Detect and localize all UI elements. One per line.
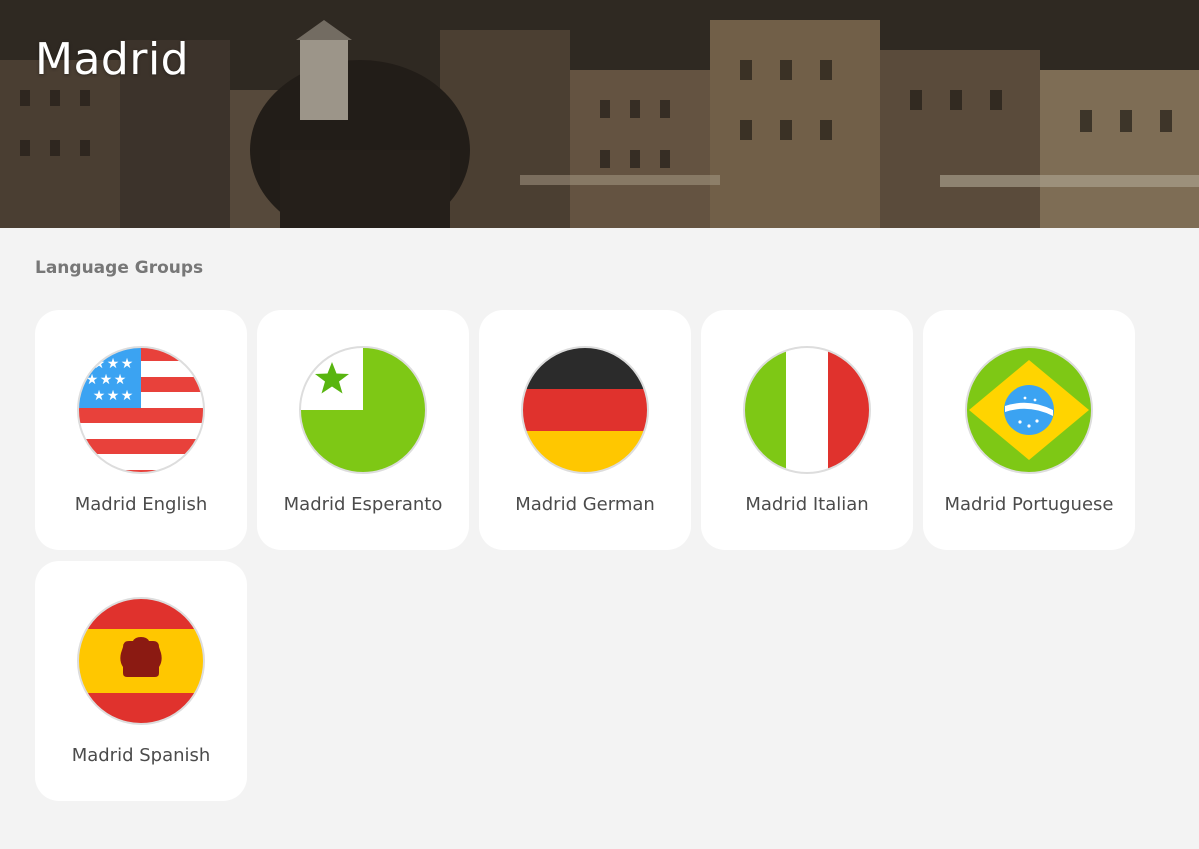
svg-text:★: ★: [86, 372, 99, 388]
group-card-german[interactable]: Madrid German: [479, 310, 691, 550]
svg-text:★: ★: [100, 372, 113, 388]
group-label-english: Madrid English: [74, 494, 208, 515]
group-label-spanish: Madrid Spanish: [71, 745, 211, 766]
svg-text:★: ★: [107, 388, 120, 404]
brazil-flag-icon: [965, 346, 1093, 474]
spain-flag-icon: [77, 597, 205, 725]
group-card-portuguese[interactable]: Madrid Portuguese: [923, 310, 1135, 550]
esperanto-flag-icon: [299, 346, 427, 474]
svg-text:★: ★: [121, 388, 134, 404]
group-label-esperanto: Madrid Esperanto: [283, 494, 443, 515]
germany-flag-icon: [521, 346, 649, 474]
group-card-spanish[interactable]: Madrid Spanish: [35, 561, 247, 801]
group-label-portuguese: Madrid Portuguese: [944, 494, 1114, 515]
svg-text:★: ★: [121, 356, 134, 372]
group-card-italian[interactable]: Madrid Italian: [701, 310, 913, 550]
us-flag-icon: ★ ★ ★ ★ ★ ★ ★ ★ ★: [77, 346, 205, 474]
page-title: Madrid: [35, 34, 190, 85]
svg-text:★: ★: [93, 388, 106, 404]
hero-banner: Madrid: [0, 0, 1199, 228]
group-label-italian: Madrid Italian: [745, 494, 869, 515]
group-label-german: Madrid German: [515, 494, 655, 515]
group-card-english[interactable]: ★ ★ ★ ★ ★ ★ ★ ★ ★ Madrid English: [35, 310, 247, 550]
group-card-esperanto[interactable]: Madrid Esperanto: [257, 310, 469, 550]
section-title-language-groups: Language Groups: [35, 258, 204, 278]
svg-text:★: ★: [114, 372, 127, 388]
italy-flag-icon: [743, 346, 871, 474]
svg-text:★: ★: [107, 356, 120, 372]
